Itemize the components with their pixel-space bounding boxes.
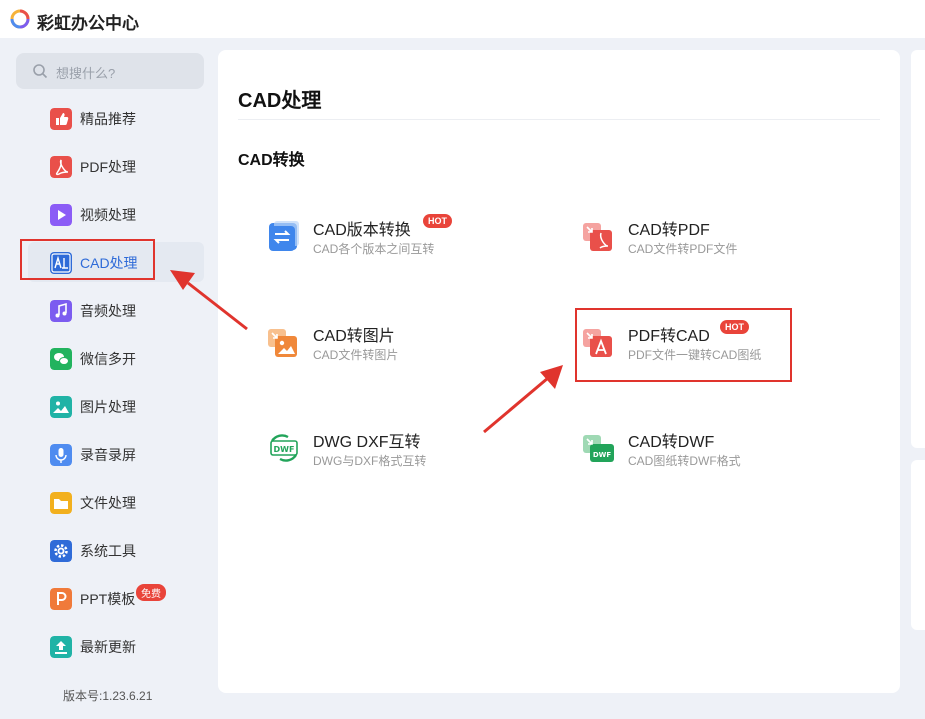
- title-bar: 彩虹办公中心: [0, 0, 925, 38]
- sidebar-item-audio[interactable]: 音频处理: [28, 290, 204, 330]
- tool-description: CAD文件转图片: [313, 348, 399, 362]
- sidebar-item-label: 微信多开: [80, 351, 136, 367]
- play-icon: [50, 204, 72, 226]
- sidebar-item-latest[interactable]: 最新更新: [28, 626, 204, 666]
- right-panel-bottom: [911, 460, 925, 630]
- sidebar-item-label: PDF处理: [80, 159, 136, 175]
- svg-text:DWF: DWF: [593, 451, 612, 459]
- tool-description: CAD文件转PDF文件: [628, 242, 738, 256]
- sidebar-item-ppt[interactable]: PPT模板 免费: [28, 578, 204, 618]
- cad-to-pdf-icon: [583, 223, 612, 251]
- tool-cad-to-image[interactable]: CAD转图片 CAD文件转图片: [268, 318, 508, 374]
- tool-name: CAD版本转换: [313, 222, 411, 239]
- tool-description: CAD图纸转DWF格式: [628, 454, 741, 468]
- gear-icon: [50, 540, 72, 562]
- sidebar-item-label: 文件处理: [80, 495, 136, 511]
- wechat-icon: [50, 348, 72, 370]
- tool-cad-to-dwf[interactable]: DWF CAD转DWF CAD图纸转DWF格式: [583, 424, 823, 480]
- tool-description: CAD各个版本之间互转: [313, 242, 435, 256]
- microphone-icon: [50, 444, 72, 466]
- sidebar-item-label: PPT模板: [80, 591, 136, 607]
- divider: [238, 119, 880, 120]
- sidebar-item-file[interactable]: 文件处理: [28, 482, 204, 522]
- cad-to-dwf-icon: DWF: [583, 435, 614, 462]
- sidebar-item-system-tools[interactable]: 系统工具: [28, 530, 204, 570]
- sidebar-item-video[interactable]: 视频处理: [28, 194, 204, 234]
- tool-name: CAD转DWF: [628, 434, 715, 451]
- tool-cad-to-pdf[interactable]: CAD转PDF CAD文件转PDF文件: [583, 212, 823, 268]
- tool-dwg-dxf-convert[interactable]: DWF DWG DXF互转 DWG与DXF格式互转: [268, 424, 508, 480]
- search-placeholder: 想搜什么?: [56, 66, 116, 81]
- hot-badge: HOT: [423, 214, 452, 228]
- free-badge: 免费: [136, 584, 166, 601]
- version-label: 版本号:1.23.6.21: [63, 689, 153, 703]
- folder-icon: [50, 492, 72, 514]
- tool-name: DWG DXF互转: [313, 434, 421, 451]
- ppt-icon: [50, 588, 72, 610]
- search-input[interactable]: 想搜什么?: [16, 53, 204, 89]
- main-panel: CAD处理 CAD转换 CAD版本转换 HOT CAD各个版本之间互转 CAD转…: [218, 50, 900, 693]
- svg-text:DWF: DWF: [274, 445, 295, 454]
- sidebar-item-pdf[interactable]: PDF处理: [28, 146, 204, 186]
- sidebar-item-wechat[interactable]: 微信多开: [28, 338, 204, 378]
- tool-name: CAD转PDF: [628, 222, 710, 239]
- tool-name: CAD转图片: [313, 328, 395, 345]
- sidebar-item-label: 图片处理: [80, 399, 136, 415]
- page-title: CAD处理: [238, 90, 322, 112]
- sidebar: 想搜什么? 精品推荐 PDF处理 视频处理 CAD处理 音频处理 微信多开 图片…: [0, 38, 218, 719]
- sidebar-item-label: 系统工具: [80, 543, 136, 559]
- upload-icon: [50, 636, 72, 658]
- search-icon: [33, 64, 48, 79]
- app-title: 彩虹办公中心: [37, 14, 139, 33]
- sidebar-item-label: 录音录屏: [80, 447, 136, 463]
- sidebar-item-label: 音频处理: [80, 303, 136, 319]
- cad-version-icon: [269, 221, 299, 251]
- sidebar-item-label: 最新更新: [80, 639, 136, 655]
- highlight-box-pdf-to-cad: [575, 308, 792, 382]
- rainbow-logo-icon: [10, 9, 30, 29]
- cad-to-image-icon: [268, 329, 297, 357]
- group-title: CAD转换: [238, 152, 305, 169]
- thumbs-up-icon: [50, 108, 72, 130]
- sidebar-item-featured[interactable]: 精品推荐: [28, 98, 204, 138]
- pdf-icon: [50, 156, 72, 178]
- tool-cad-version-convert[interactable]: CAD版本转换 HOT CAD各个版本之间互转: [268, 212, 508, 268]
- image-icon: [50, 396, 72, 418]
- music-icon: [50, 300, 72, 322]
- tool-description: DWG与DXF格式互转: [313, 454, 427, 468]
- sidebar-item-label: 精品推荐: [80, 111, 136, 127]
- sidebar-item-image[interactable]: 图片处理: [28, 386, 204, 426]
- sidebar-item-label: 视频处理: [80, 207, 136, 223]
- dwg-dxf-icon: DWF: [270, 434, 298, 462]
- highlight-box-cad: [20, 239, 155, 280]
- right-panel-top: [911, 50, 925, 448]
- sidebar-item-recording[interactable]: 录音录屏: [28, 434, 204, 474]
